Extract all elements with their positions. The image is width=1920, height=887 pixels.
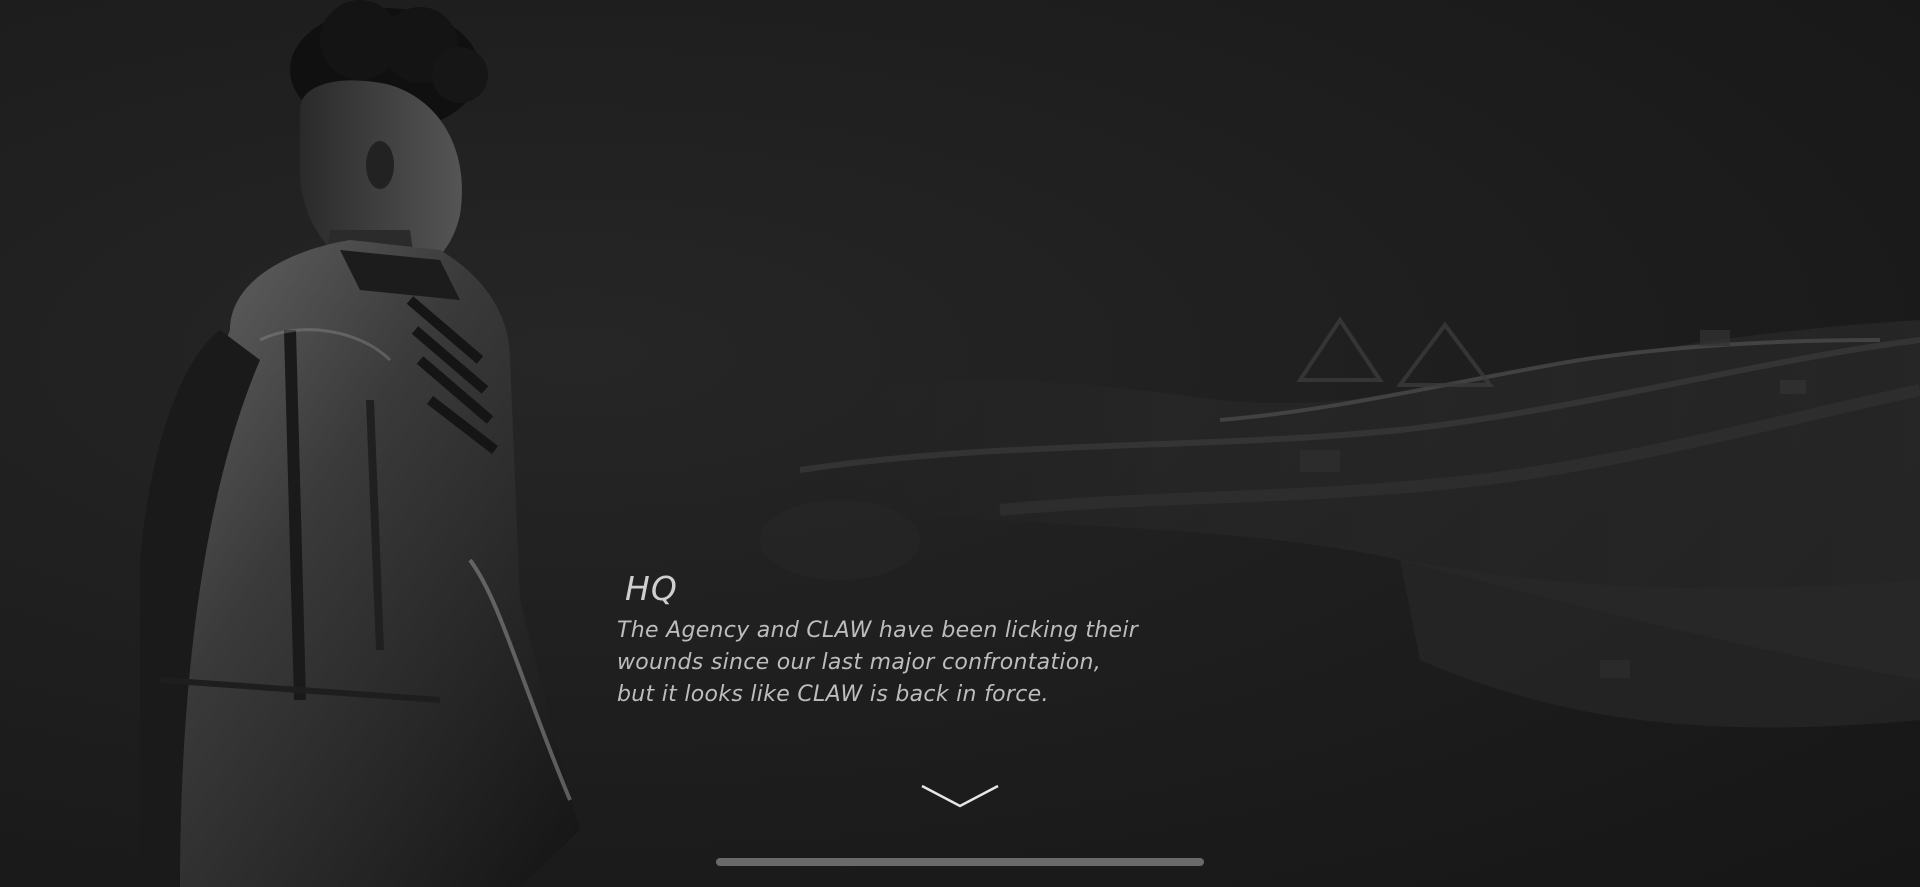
dialog-box: HQ The Agency and CLAW have been licking… [617, 572, 1217, 711]
speaker-name: HQ [625, 569, 678, 608]
background-landscape-art [740, 316, 1920, 728]
dialog-line-3: but it looks like CLAW is back in force. [617, 682, 1049, 707]
cutscene-screen[interactable]: HQ The Agency and CLAW have been licking… [0, 0, 1920, 887]
chevron-down-icon [921, 784, 999, 808]
advance-dialog-button[interactable] [919, 782, 1001, 812]
dialog-line-1: The Agency and CLAW have been licking th… [617, 618, 1139, 643]
dialog-line-2: wounds since our last major confrontatio… [617, 650, 1102, 675]
character-portrait [140, 0, 580, 887]
dialog-scrollbar[interactable] [716, 858, 1204, 866]
